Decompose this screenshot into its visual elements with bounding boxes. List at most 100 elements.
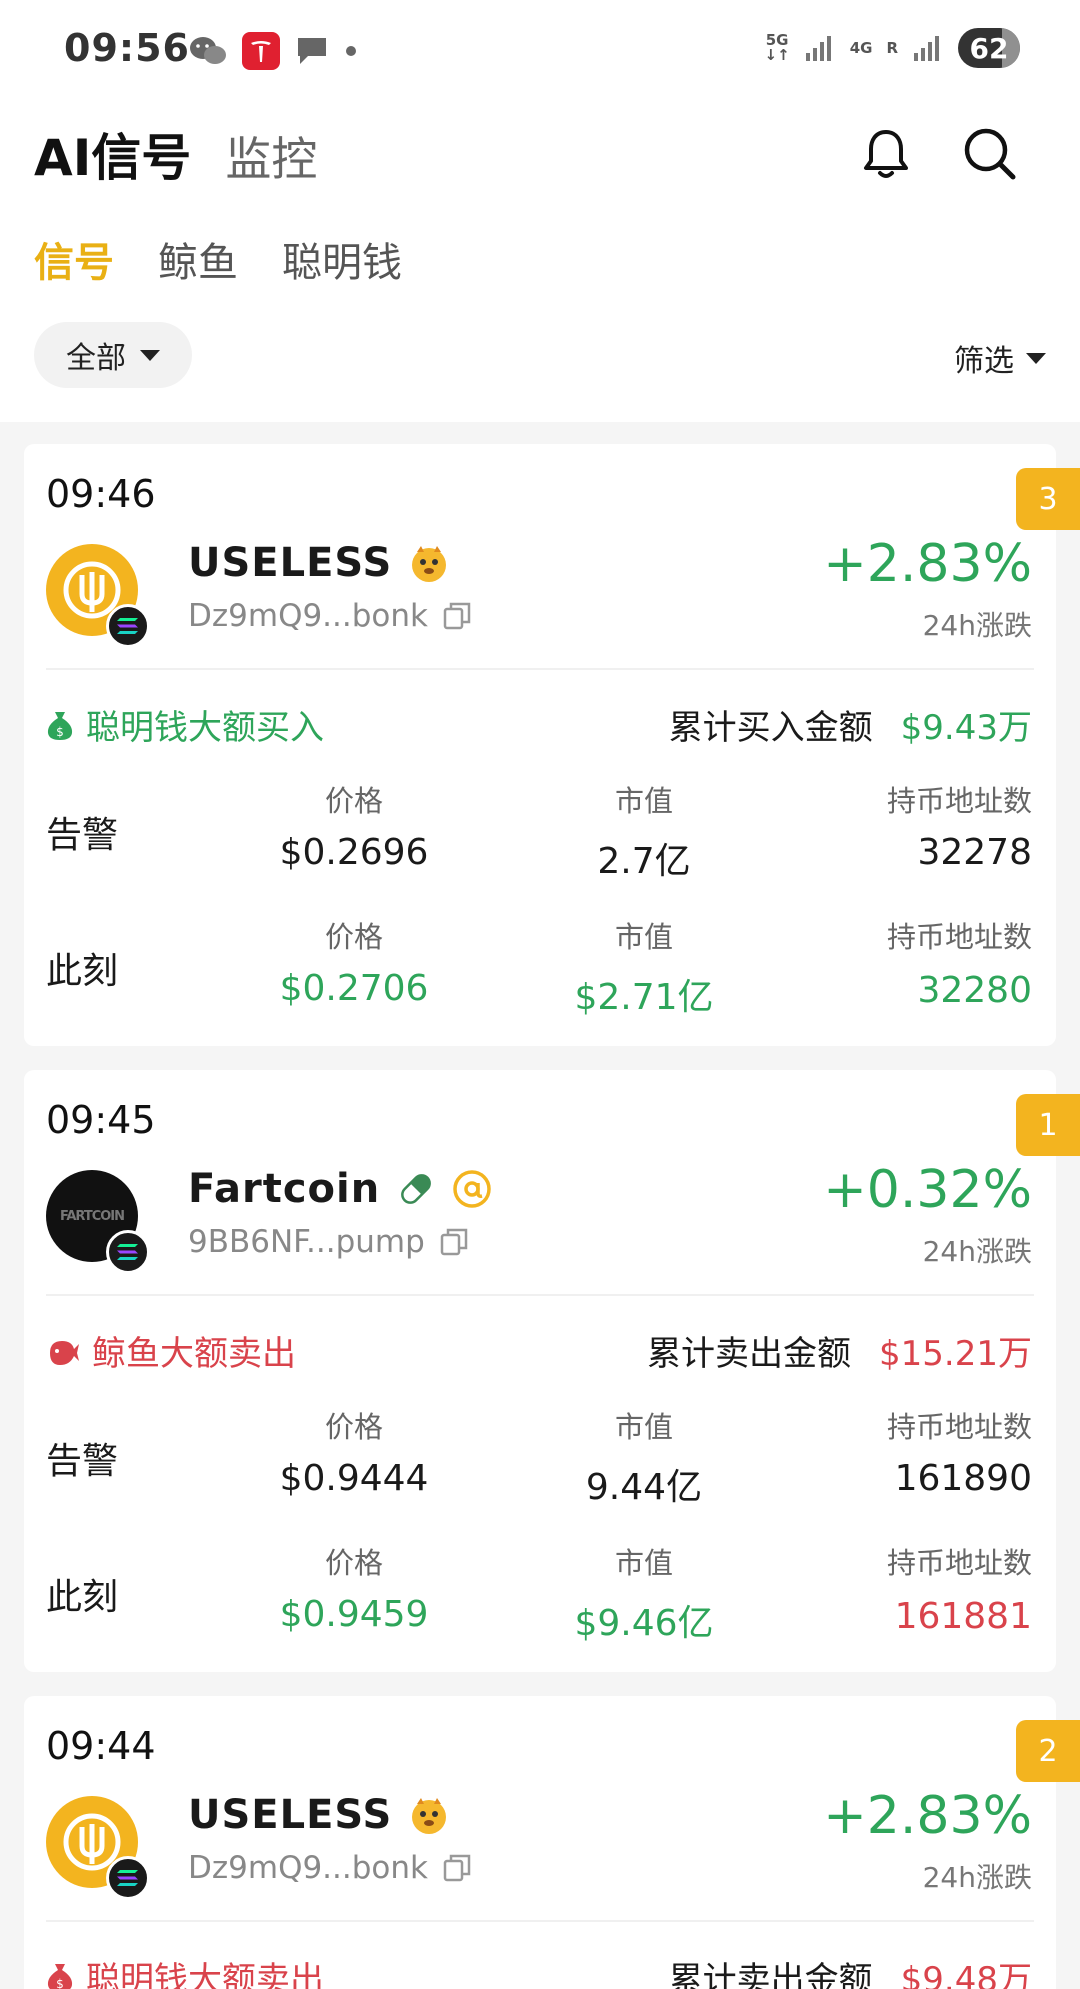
change-label: 24h涨跌 (922, 1235, 1032, 1268)
signal-text: 鲸鱼大额卖出 (92, 1334, 296, 1374)
whale-icon (50, 1340, 79, 1365)
battery-indicator: 62 (958, 28, 1020, 68)
divider (46, 1920, 1034, 1922)
svg-text:$: $ (56, 725, 64, 739)
status-bar: 09:56 5G ↓↑ 4G R 62 (0, 0, 1080, 100)
notification-icons (188, 32, 358, 70)
signal-type: 鲸鱼大额卖出 (46, 1326, 296, 1375)
signal-icon (805, 36, 831, 61)
coin-address: 9BB6NF...pump (188, 1224, 469, 1260)
signal-time: 09:44 (46, 1724, 156, 1768)
signal-icon-2 (914, 36, 939, 61)
coin-address-text: Dz9mQ9...bonk (188, 598, 428, 634)
bell-icon[interactable] (854, 122, 918, 186)
at-icon (453, 1170, 491, 1208)
signal-time: 09:46 (46, 472, 156, 516)
price-header: 价格 (324, 1410, 383, 1444)
signal-type: $ 聪明钱大额买入 (46, 700, 324, 749)
coin-name-text: USELESS (188, 540, 393, 586)
divider (46, 1294, 1034, 1296)
coin-address-text: Dz9mQ9...bonk (188, 1850, 428, 1886)
filter-label: 筛选 (954, 344, 1014, 379)
system-indicators: 5G ↓↑ 4G R 62 (765, 28, 1020, 68)
filter-dropdown[interactable]: 筛选 (954, 336, 1046, 380)
price-header: 价格 (324, 784, 383, 818)
holders-header: 持币地址数 (886, 784, 1032, 818)
total-value: $15.21万 (879, 1334, 1032, 1374)
signal-card[interactable]: 09:46 3 USELESS Dz9mQ9...bonk +2.83% 24h… (24, 444, 1080, 1046)
coin-name-text: Fartcoin (188, 1166, 381, 1212)
alert-row-label: 告警 (46, 815, 119, 856)
signal-card[interactable]: 09:44 2 USELESS Dz9mQ9...bonk +2.83% 24h… (24, 1696, 1080, 1989)
alert-holders: 161890 (894, 1458, 1032, 1499)
price-change: +2.83% (823, 1786, 1032, 1846)
alert-mcap: 2.7亿 (597, 841, 691, 882)
svg-text:$: $ (56, 1977, 64, 1989)
coin-address-text: 9BB6NF...pump (188, 1224, 425, 1260)
caret-down-icon (140, 349, 160, 361)
monitor-tab[interactable]: 监控 (225, 123, 317, 189)
tab-bar: 信号 鲸鱼 聪明钱 (34, 230, 402, 288)
signal-count-badge: 1 (1016, 1094, 1080, 1156)
holders-header: 持币地址数 (886, 1410, 1032, 1444)
tab-signals[interactable]: 信号 (34, 230, 114, 288)
scope-label: 全部 (66, 341, 126, 376)
solana-icon (106, 604, 150, 648)
title-row: AI信号 监控 (34, 118, 317, 190)
signal-text: 聪明钱大额买入 (86, 708, 324, 748)
alert-mcap: 9.44亿 (585, 1467, 703, 1508)
alert-row-label: 告警 (46, 1441, 119, 1482)
copy-icon[interactable] (442, 601, 472, 631)
coin-name-text: USELESS (188, 1792, 393, 1838)
alert-holders: 32278 (917, 832, 1032, 873)
network-4g: 4G (849, 38, 873, 57)
caret-down-icon (1026, 352, 1046, 364)
signal-type: $ 聪明钱大额卖出 (46, 1952, 324, 1989)
mcap-header: 市值 (614, 784, 673, 818)
total-label: 累计买入金额 (668, 708, 873, 748)
solana-icon (106, 1856, 150, 1900)
price-change: +2.83% (823, 534, 1032, 594)
page-title[interactable]: AI信号 (34, 118, 191, 190)
total-label: 累计卖出金额 (668, 1960, 873, 1989)
signal-card[interactable]: 09:45 1 FARTCOIN Fartcoin 9BB6NF...pump … (24, 1070, 1080, 1672)
copy-icon[interactable] (439, 1227, 469, 1257)
price-header: 价格 (324, 1546, 383, 1580)
coin-name: USELESS (188, 540, 450, 586)
copy-icon[interactable] (442, 1853, 472, 1883)
now-mcap: $2.71亿 (574, 977, 714, 1018)
network-5g: 5G ↓↑ (764, 31, 790, 64)
signal-count-badge: 3 (1016, 468, 1080, 530)
dot-icon (346, 46, 356, 56)
now-row-label: 此刻 (46, 951, 119, 992)
status-time: 09:56 (64, 26, 190, 70)
scope-dropdown[interactable]: 全部 (34, 322, 192, 388)
total-value: $9.43万 (900, 708, 1032, 748)
now-price: $0.2706 (279, 968, 429, 1009)
alert-price: $0.9444 (279, 1458, 429, 1499)
pill-icon (401, 1174, 432, 1204)
divider (46, 668, 1034, 670)
solana-icon (106, 1230, 150, 1274)
signal-count-badge: 2 (1016, 1720, 1080, 1782)
wechat-icon (190, 37, 226, 64)
coin-name: Fartcoin (188, 1166, 492, 1212)
alert-price: $0.2696 (279, 832, 429, 873)
now-holders: 161881 (894, 1596, 1032, 1637)
search-icon[interactable] (958, 122, 1022, 186)
network-roaming: R (886, 38, 898, 57)
tab-smart-money[interactable]: 聪明钱 (282, 230, 402, 288)
price-header: 价格 (324, 920, 383, 954)
signal-time: 09:45 (46, 1098, 156, 1142)
change-label: 24h涨跌 (922, 609, 1032, 642)
total-amount: 累计卖出金额 $15.21万 (647, 1326, 1032, 1375)
message-icon (298, 38, 326, 64)
mcap-header: 市值 (614, 1546, 673, 1580)
mcap-header: 市值 (614, 1410, 673, 1444)
signal-text: 聪明钱大额卖出 (86, 1960, 324, 1989)
total-amount: 累计买入金额 $9.43万 (669, 700, 1032, 749)
tab-whales[interactable]: 鲸鱼 (158, 230, 238, 288)
holders-header: 持币地址数 (886, 920, 1032, 954)
now-row-label: 此刻 (46, 1577, 119, 1618)
holders-header: 持币地址数 (886, 1546, 1032, 1580)
